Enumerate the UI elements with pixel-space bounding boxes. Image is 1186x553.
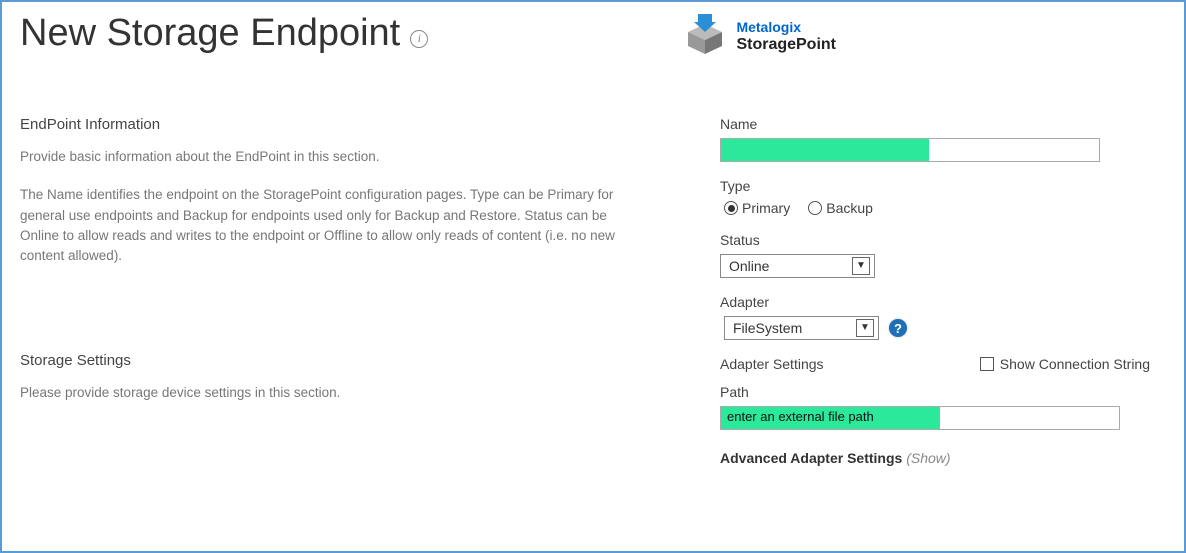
show-link[interactable]: (Show) [906,450,950,466]
adapter-field: Adapter FileSystem ▼ ? [720,294,1166,340]
type-field: Type Primary Backup [720,178,1166,216]
radio-primary-label: Primary [742,200,790,216]
status-select[interactable]: Online ▼ [720,254,875,278]
logo-text: Metalogix StoragePoint [736,19,836,55]
radio-icon [808,201,822,215]
content-columns: EndPoint Information Provide basic infor… [20,116,1166,466]
type-radio-group: Primary Backup [720,200,1166,216]
help-icon[interactable]: ? [889,319,907,337]
endpoint-info-intro: Provide basic information about the EndP… [20,147,620,167]
radio-icon [724,201,738,215]
name-input[interactable] [720,138,1100,162]
adapter-label: Adapter [720,294,1166,310]
storage-settings-heading: Storage Settings [20,352,620,369]
radio-primary[interactable]: Primary [724,200,790,216]
show-connection-label: Show Connection String [1000,356,1150,372]
left-column: EndPoint Information Provide basic infor… [20,116,620,466]
status-field: Status Online ▼ [720,232,1166,278]
adapter-value: FileSystem [733,320,802,336]
page-container: New Storage Endpoint i Metalogix Storage… [0,0,1186,553]
product-logo: Metalogix StoragePoint [682,12,836,61]
adapter-settings-label: Adapter Settings [720,356,824,372]
show-connection-checkbox[interactable]: Show Connection String [980,356,1150,372]
path-field: Path enter an external file path [720,384,1166,430]
page-title-text: New Storage Endpoint [20,12,400,55]
path-label: Path [720,384,1166,400]
radio-backup-label: Backup [826,200,873,216]
advanced-settings-label: Advanced Adapter Settings [720,450,902,466]
box-icon [682,12,728,61]
storage-settings-desc: Please provide storage device settings i… [20,383,620,403]
page-header: New Storage Endpoint i Metalogix Storage… [20,12,1166,61]
right-column: Name Type Primary Backup Status [680,116,1166,466]
logo-product: StoragePoint [736,35,836,54]
endpoint-info-desc: The Name identifies the endpoint on the … [20,185,620,266]
adapter-settings-row: Adapter Settings Show Connection String [720,356,1150,372]
chevron-down-icon: ▼ [852,257,870,275]
status-label: Status [720,232,1166,248]
logo-brand: Metalogix [736,19,836,36]
checkbox-icon [980,357,994,371]
name-label: Name [720,116,1166,132]
status-value: Online [729,258,769,274]
endpoint-info-heading: EndPoint Information [20,116,620,133]
page-title: New Storage Endpoint i [20,12,428,55]
path-input[interactable] [720,406,1120,430]
adapter-select[interactable]: FileSystem ▼ [724,316,879,340]
advanced-settings-row: Advanced Adapter Settings (Show) [720,450,1166,466]
chevron-down-icon: ▼ [856,319,874,337]
radio-backup[interactable]: Backup [808,200,873,216]
name-field: Name [720,116,1166,162]
info-icon[interactable]: i [410,30,428,48]
type-label: Type [720,178,1166,194]
